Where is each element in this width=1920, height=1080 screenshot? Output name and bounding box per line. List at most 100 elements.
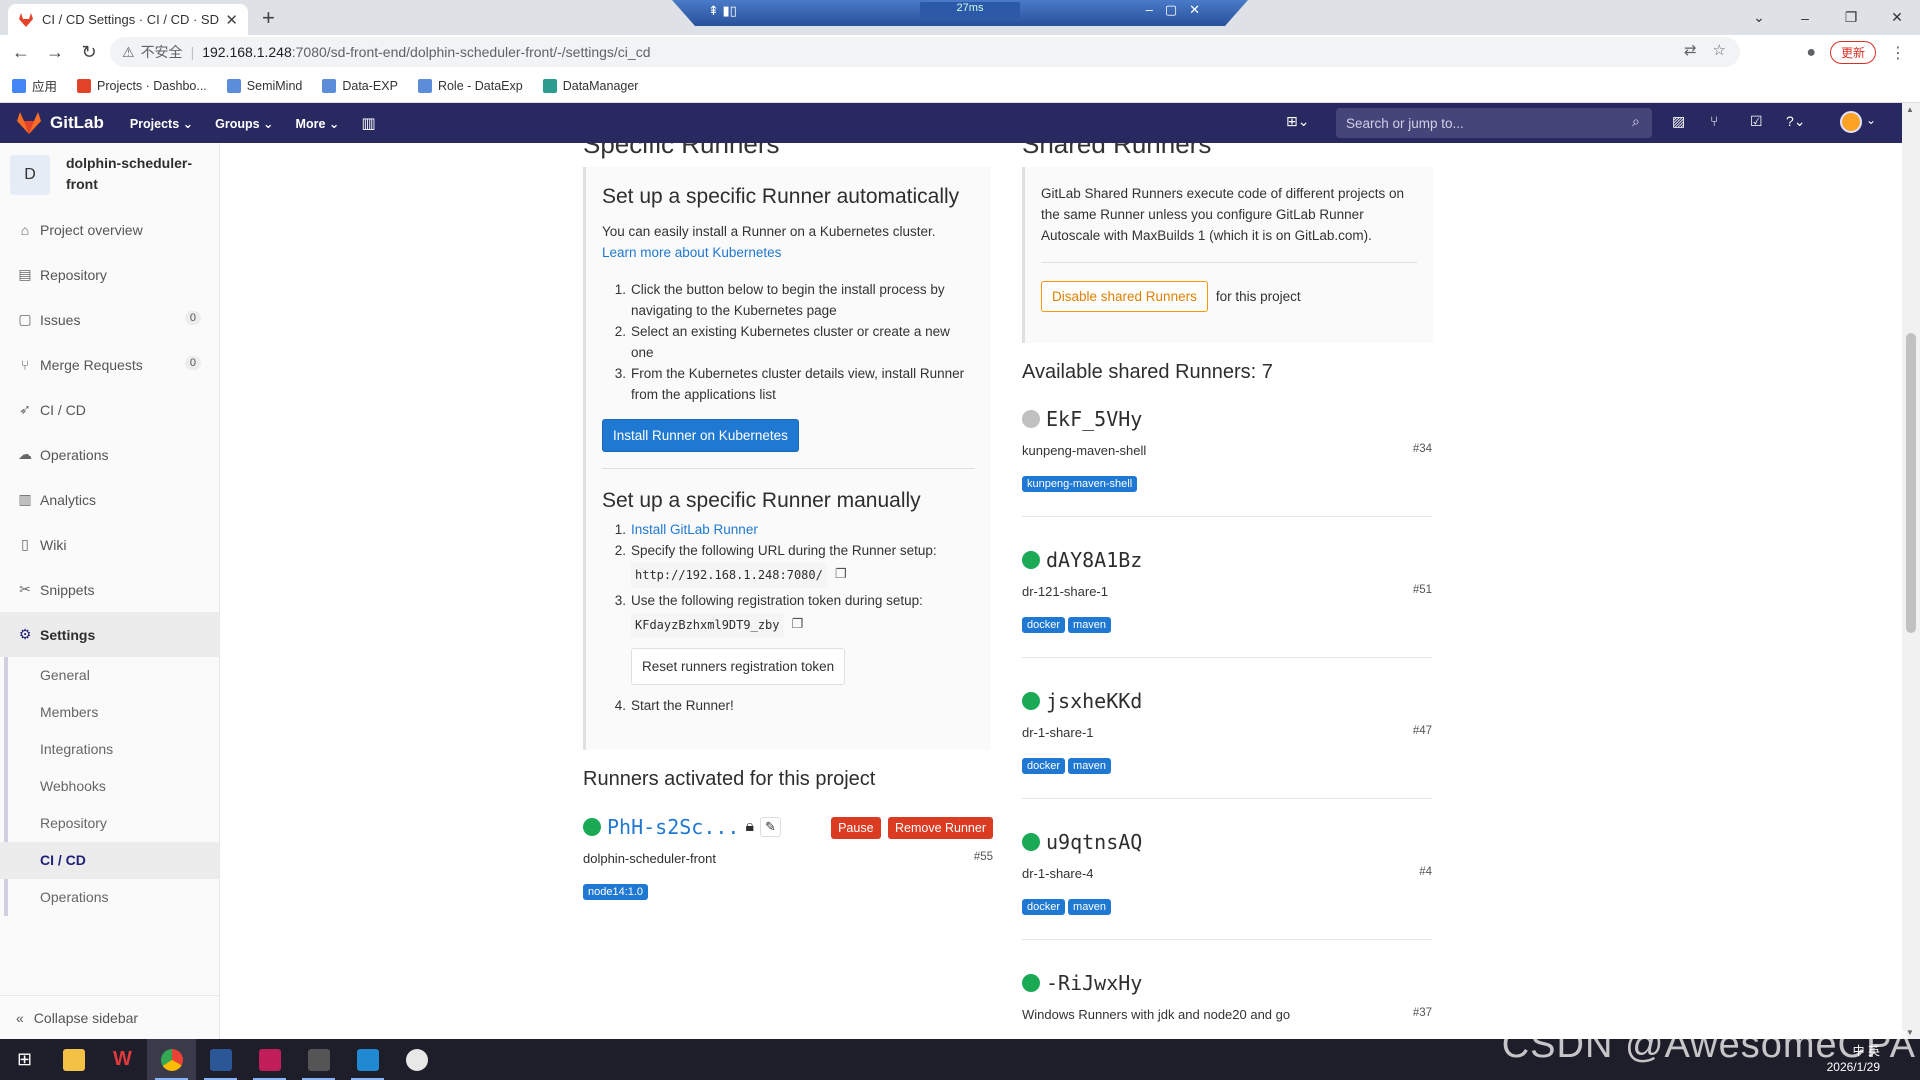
sidebar-item-operations[interactable]: ☁ Operations	[0, 432, 219, 477]
close-window-icon[interactable]: ✕	[1874, 9, 1920, 26]
list-item: 1. Click the button below to begin the in…	[614, 282, 945, 318]
sidebar-item-label: Settings	[40, 626, 96, 643]
wps-icon[interactable]: W	[98, 1039, 147, 1080]
sidebar-item-settings[interactable]: ⚙ Settings	[0, 612, 219, 657]
reload-icon[interactable]: ↻	[76, 42, 102, 63]
scroll-up-icon[interactable]: ▲	[1906, 105, 1914, 114]
menu-kebab-icon[interactable]: ⋮	[1890, 43, 1906, 63]
bookmark-item[interactable]: Projects · Dashbo...	[77, 78, 207, 93]
app-icon[interactable]	[392, 1039, 441, 1080]
settings-sub-item[interactable]: General	[0, 657, 219, 694]
page-scrollbar[interactable]: ▲ ▼	[1902, 103, 1920, 1039]
todos-icon[interactable]: ☑	[1750, 113, 1763, 130]
profile-down-icon[interactable]: ⌄	[1736, 9, 1782, 26]
start-icon[interactable]: ⊞	[0, 1039, 49, 1080]
activity-chart-icon[interactable]: ▥	[361, 114, 375, 132]
bookmark-star-icon[interactable]: ☆	[1713, 41, 1726, 59]
sidebar-item-analytics[interactable]: ▥ Analytics	[0, 477, 219, 522]
runner-number: #47	[1412, 725, 1432, 737]
settings-sub-item[interactable]: Webhooks	[0, 768, 219, 805]
edit-runner-icon[interactable]: ✎	[759, 817, 781, 837]
update-button[interactable]: 更新	[1829, 41, 1876, 64]
sidebar-item-repository[interactable]: ▤ Repository	[0, 252, 219, 297]
activated-runner-meta: dolphin-scheduler-front #55	[583, 851, 993, 866]
file-explorer-icon[interactable]	[49, 1039, 98, 1080]
activated-runner-row: PhH-s2Sc... 🔒︎ ✎ Pause Remove Runner	[583, 815, 993, 839]
more-dropdown[interactable]: More ⌄	[296, 116, 340, 131]
forward-icon[interactable]: →	[42, 42, 68, 63]
sidebar-item-ci-cd[interactable]: ➶ CI / CD	[0, 387, 219, 432]
pause-runner-button[interactable]: Pause	[831, 817, 881, 839]
remove-runner-button[interactable]: Remove Runner	[887, 817, 993, 839]
minimize-icon[interactable]: –	[1782, 10, 1828, 26]
bookmark-item[interactable]: 应用	[12, 76, 57, 95]
profile-icon[interactable]: ●	[1806, 44, 1816, 62]
reset-token-button[interactable]: Reset runners registration token	[631, 648, 846, 685]
browser-tab[interactable]: CI / CD Settings · CI / CD · SD2 ✕	[8, 4, 248, 35]
intellij-icon[interactable]	[245, 1039, 294, 1080]
sidebar-item-merge-requests[interactable]: ⑂ Merge Requests 0	[0, 342, 219, 387]
bookmark-item[interactable]: Data-EXP	[322, 78, 398, 93]
book-icon: ▯	[21, 536, 29, 552]
kubernetes-docs-link[interactable]: Learn more about Kubernetes	[602, 242, 975, 263]
bookmark-item[interactable]: SemiMind	[226, 78, 302, 93]
merge-requests-shortcut-icon[interactable]: ⑂	[1710, 113, 1718, 129]
collapse-sidebar-button[interactable]: « Collapse sidebar	[0, 995, 220, 1039]
search-input[interactable]: Search or jump to...	[1336, 108, 1652, 138]
insecure-label[interactable]: 不安全	[141, 42, 183, 62]
translate-icon[interactable]: ⇄	[1684, 41, 1697, 59]
settings-sub-item[interactable]: Operations	[0, 879, 219, 916]
bookmark-item[interactable]: DataManager	[542, 78, 638, 93]
remote-window-controls[interactable]: –▢✕	[1146, 2, 1212, 18]
projects-dropdown[interactable]: Projects ⌄	[130, 116, 193, 131]
disable-shared-runners-button[interactable]: Disable shared Runners	[1041, 281, 1208, 312]
install-runner-kubernetes-button[interactable]: Install Runner on Kubernetes	[602, 419, 799, 452]
new-item-icon[interactable]: ⊞⌄	[1286, 113, 1309, 130]
bookmark-favicon-icon	[77, 78, 92, 93]
url-bar[interactable]: ⚠ 不安全 | 192.168.1.248:7080/sd-front-end/…	[110, 37, 1740, 67]
warning-icon[interactable]: ⚠	[122, 44, 135, 61]
settings-sub-item[interactable]: Integrations	[0, 731, 219, 768]
user-avatar[interactable]	[1840, 111, 1862, 133]
copy-token-icon[interactable]: ❐	[792, 613, 804, 638]
vscode-icon[interactable]	[343, 1039, 392, 1080]
list-item: 1. Install GitLab Runner	[602, 519, 975, 540]
apps-grid-icon	[12, 78, 26, 93]
back-icon[interactable]: ←	[8, 42, 34, 63]
user-menu-chevron-icon[interactable]: ⌄	[1866, 113, 1876, 127]
chrome-icon[interactable]	[147, 1039, 196, 1080]
runner-description: kunpeng-maven-shell	[1022, 443, 1147, 458]
address-toolbar: ← → ↻ ⚠ 不安全 | 192.168.1.248:7080/sd-fron…	[0, 35, 1920, 69]
list-item: 3. From the Kubernetes cluster details vi…	[614, 366, 965, 402]
issues-shortcut-icon[interactable]: ▨	[1672, 113, 1685, 130]
sidebar-project-header[interactable]: D dolphin-scheduler-front	[0, 143, 219, 207]
runner-tag: maven	[1068, 899, 1112, 915]
issues-icon: ▢	[18, 311, 32, 327]
help-icon[interactable]: ?⌄	[1786, 113, 1806, 130]
sidebar-item-project-overview[interactable]: ⌂ Project overview	[0, 207, 219, 252]
close-tab-icon[interactable]: ✕	[225, 11, 238, 29]
settings-sub-item[interactable]: Members	[0, 694, 219, 731]
terminal-icon[interactable]	[196, 1039, 245, 1080]
settings-sub-item[interactable]: CI / CD	[0, 842, 219, 879]
merge-request-icon: ⑂	[20, 356, 30, 373]
image-viewer-icon[interactable]	[294, 1039, 343, 1080]
sidebar-item-wiki[interactable]: ▯ Wiki	[0, 522, 219, 567]
copy-url-icon[interactable]: ❐	[835, 563, 847, 588]
sidebar-item-issues[interactable]: ▢ Issues 0	[0, 297, 219, 342]
search-icon[interactable]: ⌕	[1632, 113, 1640, 130]
new-tab-button[interactable]: +	[262, 5, 275, 31]
available-shared-runners-title: Available shared Runners: 7	[1022, 361, 1273, 383]
gitlab-home-link[interactable]: GitLab	[16, 111, 104, 135]
shared-runners-info: GitLab Shared Runners execute code of di…	[1041, 186, 1404, 243]
sidebar-item-snippets[interactable]: ✂ Snippets	[0, 567, 219, 612]
bookmark-item[interactable]: Role - DataExp	[417, 78, 523, 93]
settings-sub-item[interactable]: Repository	[0, 805, 219, 842]
install-gitlab-runner-link[interactable]: Install GitLab Runner	[631, 519, 758, 540]
pin-icon[interactable]: ⇞ ▮▯	[708, 3, 737, 19]
groups-dropdown[interactable]: Groups ⌄	[215, 116, 273, 131]
activated-runner-name[interactable]: PhH-s2Sc...	[607, 815, 739, 839]
remote-desktop-bar[interactable]: ⇞ ▮▯ 27ms –▢✕	[672, 0, 1248, 26]
restore-icon[interactable]: ❐	[1828, 9, 1874, 26]
scrollbar-thumb[interactable]	[1906, 333, 1916, 633]
